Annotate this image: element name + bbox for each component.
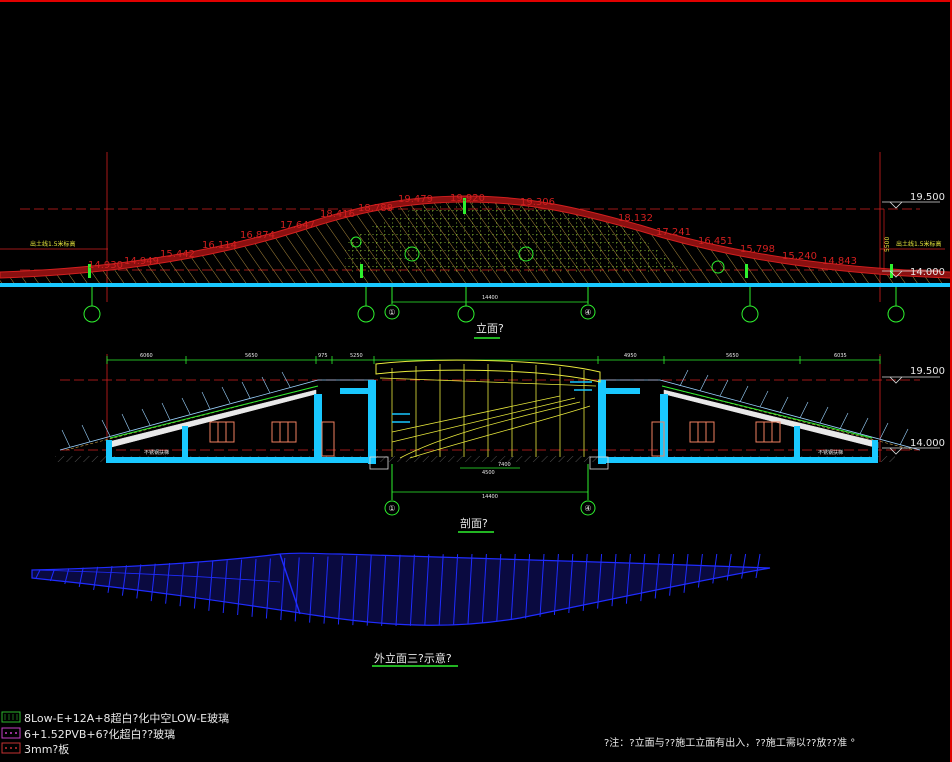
facade-schematic	[31, 552, 771, 667]
section-axis-label: ①	[388, 504, 395, 513]
section-top-dim: 5650	[726, 353, 739, 359]
roof-level: 15.240	[782, 251, 817, 262]
legend-label: 8Low-E+12A+8超白?化中空LOW-E玻璃	[24, 711, 229, 725]
elevation-right-dim: 5500	[884, 237, 891, 252]
room-label: 不锈钢扶梯	[818, 449, 843, 456]
roof-level: 14.843	[822, 256, 857, 267]
roof-level: 19.306	[520, 197, 555, 208]
roof-level: 16.451	[698, 236, 733, 247]
section-top-dims: 6060 5650 975 5250 4950 5650 6035 4500 7…	[140, 353, 847, 500]
elevation-top-level: 19.500	[910, 192, 945, 203]
roof-level: 17.647	[280, 220, 315, 231]
room-label: 不锈钢扶梯	[144, 449, 169, 456]
roof-level: 18.416	[320, 209, 355, 220]
cad-canvas: 14.930 14.949 15.442 16.114 16.874 17.64…	[0, 0, 952, 762]
schematic-rib	[755, 553, 761, 579]
section-bottom-dim: 4500	[482, 470, 495, 476]
roof-level: 19.920	[450, 193, 485, 204]
roof-level: 14.949	[124, 256, 159, 267]
roof-level: 14.930	[88, 260, 123, 271]
roof-level: 17.241	[656, 227, 691, 238]
elevation-right-note: 出土线1.5米标高	[896, 240, 942, 248]
section-base-level: 14.000	[910, 438, 945, 449]
section-span-dim: 14400	[482, 494, 498, 500]
legend-label: 6+1.52PVB+6?化超白??玻璃	[24, 727, 175, 741]
roof-level: 15.798	[740, 244, 775, 255]
section-top-dim: 6060	[140, 353, 153, 359]
roof-level: 18.788	[358, 203, 393, 214]
elevation-drawing	[0, 152, 950, 339]
roof-level: 18.132	[618, 213, 653, 224]
cad-drawing: 14.930 14.949 15.442 16.114 16.874 17.64…	[0, 152, 950, 756]
section-axis-label: ④	[584, 504, 591, 513]
schematic-title: 外立面三?示意?	[374, 651, 452, 665]
elevation-title: 立面?	[476, 321, 504, 335]
section-top-dim: 5650	[245, 353, 258, 359]
section-top-dim: 975	[318, 353, 328, 359]
section-title: 剖面?	[460, 516, 488, 530]
elevation-axis-label: ④	[584, 308, 591, 317]
schematic-rib	[741, 553, 747, 579]
section-top-dim: 6035	[834, 353, 847, 359]
section-top-dim: 4950	[624, 353, 637, 359]
elevation-span-dim: 14400	[482, 295, 498, 301]
elevation-base-level: 14.000	[910, 267, 945, 278]
legend	[1, 711, 21, 754]
legend-label: 3mm?板	[24, 742, 69, 756]
drawing-note: ?注：?立面与??施工立面有出入，??施工需以??放??准 °	[604, 736, 855, 749]
section-top-level: 19.500	[910, 366, 945, 377]
section-drawing	[55, 354, 940, 533]
roof-level: 16.874	[240, 230, 275, 241]
roof-level: 19.479	[398, 194, 433, 205]
roof-level: 16.114	[202, 240, 237, 251]
elevation-left-note: 出土线1.5米标高	[30, 240, 76, 248]
elevation-axis-label: ①	[388, 308, 395, 317]
section-top-dim: 5250	[350, 353, 363, 359]
roof-level: 15.442	[160, 249, 195, 260]
section-bottom-dim: 7400	[498, 462, 511, 468]
